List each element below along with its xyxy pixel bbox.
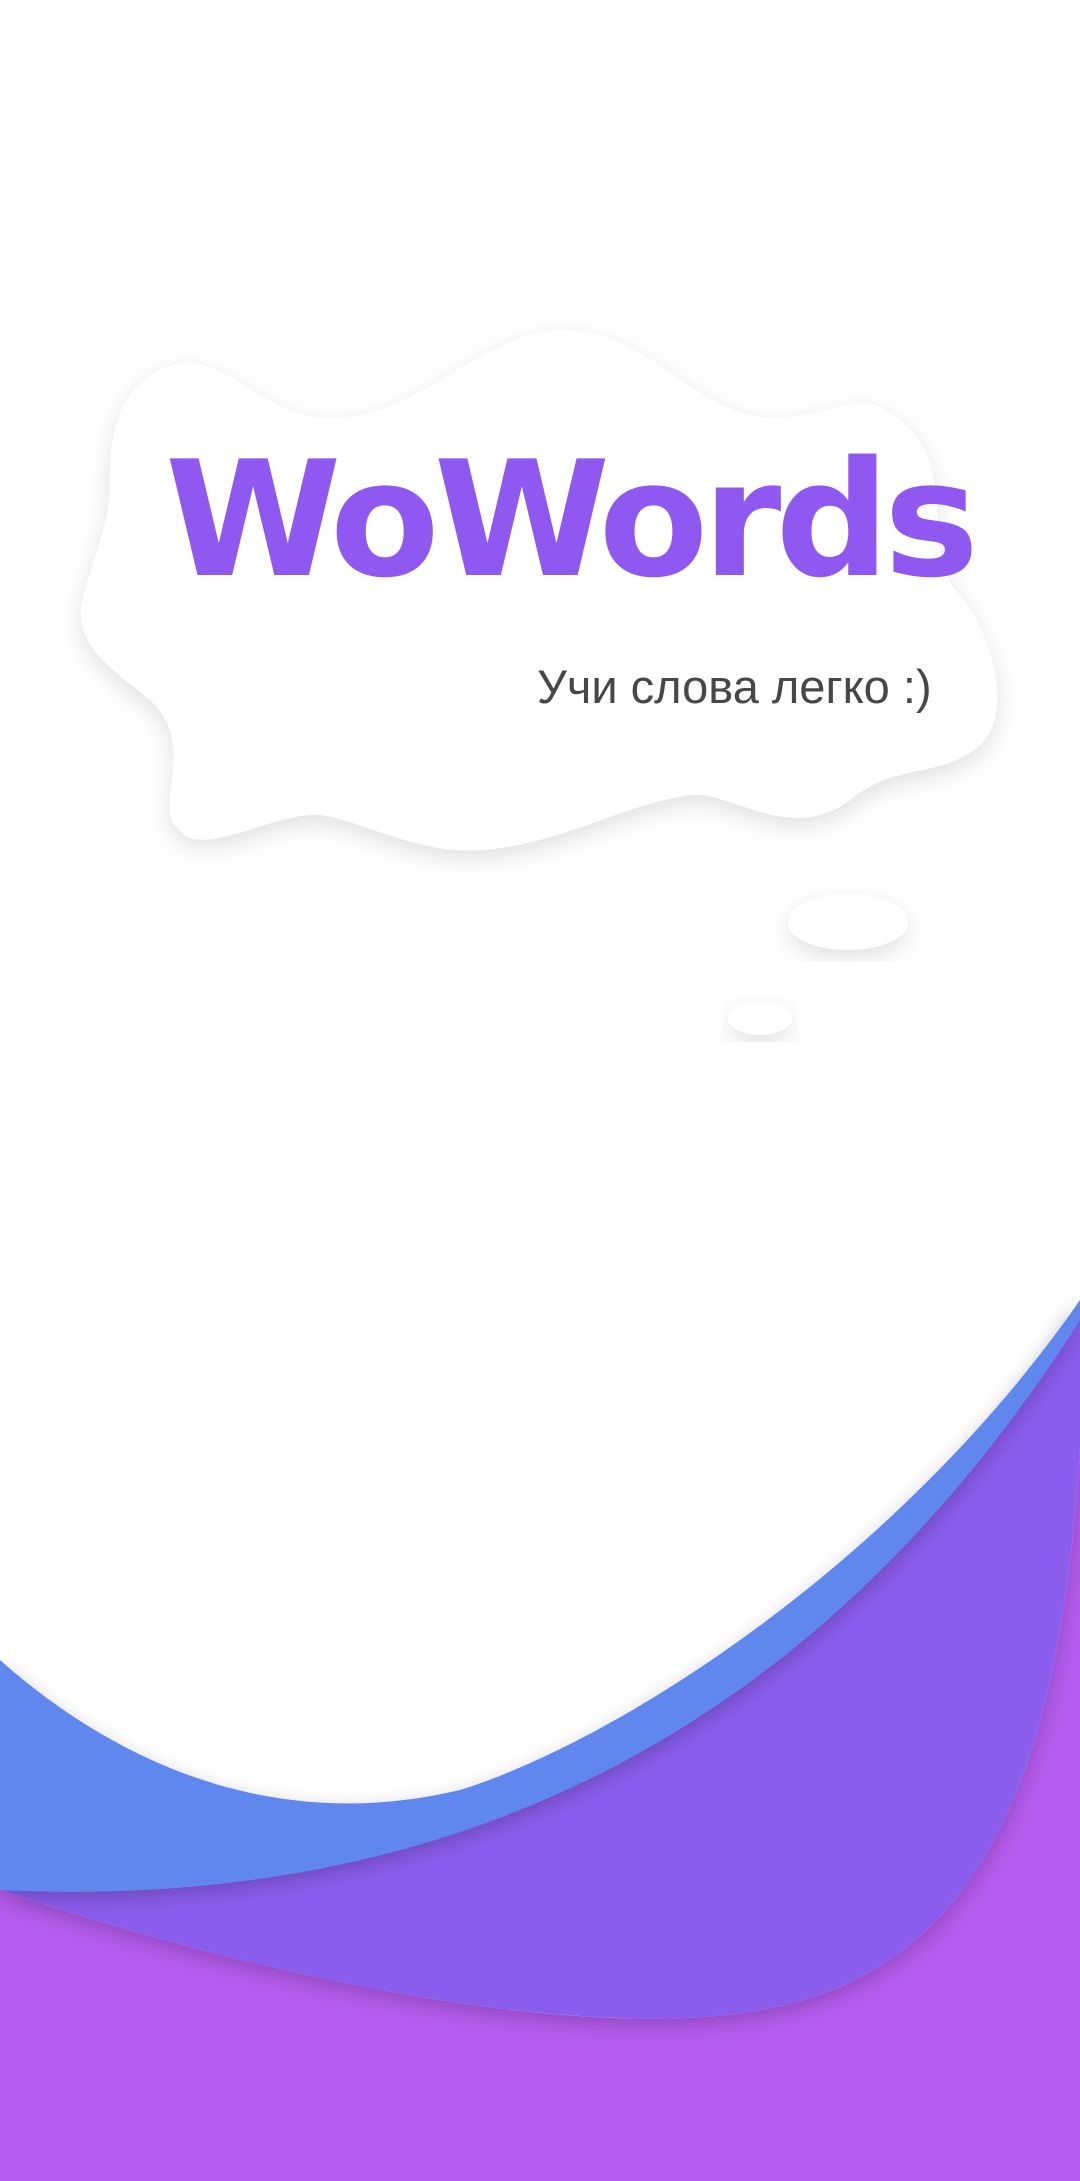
splash-screen: WoWords Учи слова легко :) (0, 0, 1080, 2181)
thought-dot-large (788, 894, 908, 950)
app-tagline: Учи слова легко :) (537, 660, 932, 713)
app-title: WoWords (165, 426, 979, 613)
thought-dot-small (728, 1001, 792, 1035)
thought-bubble (81, 330, 998, 1035)
